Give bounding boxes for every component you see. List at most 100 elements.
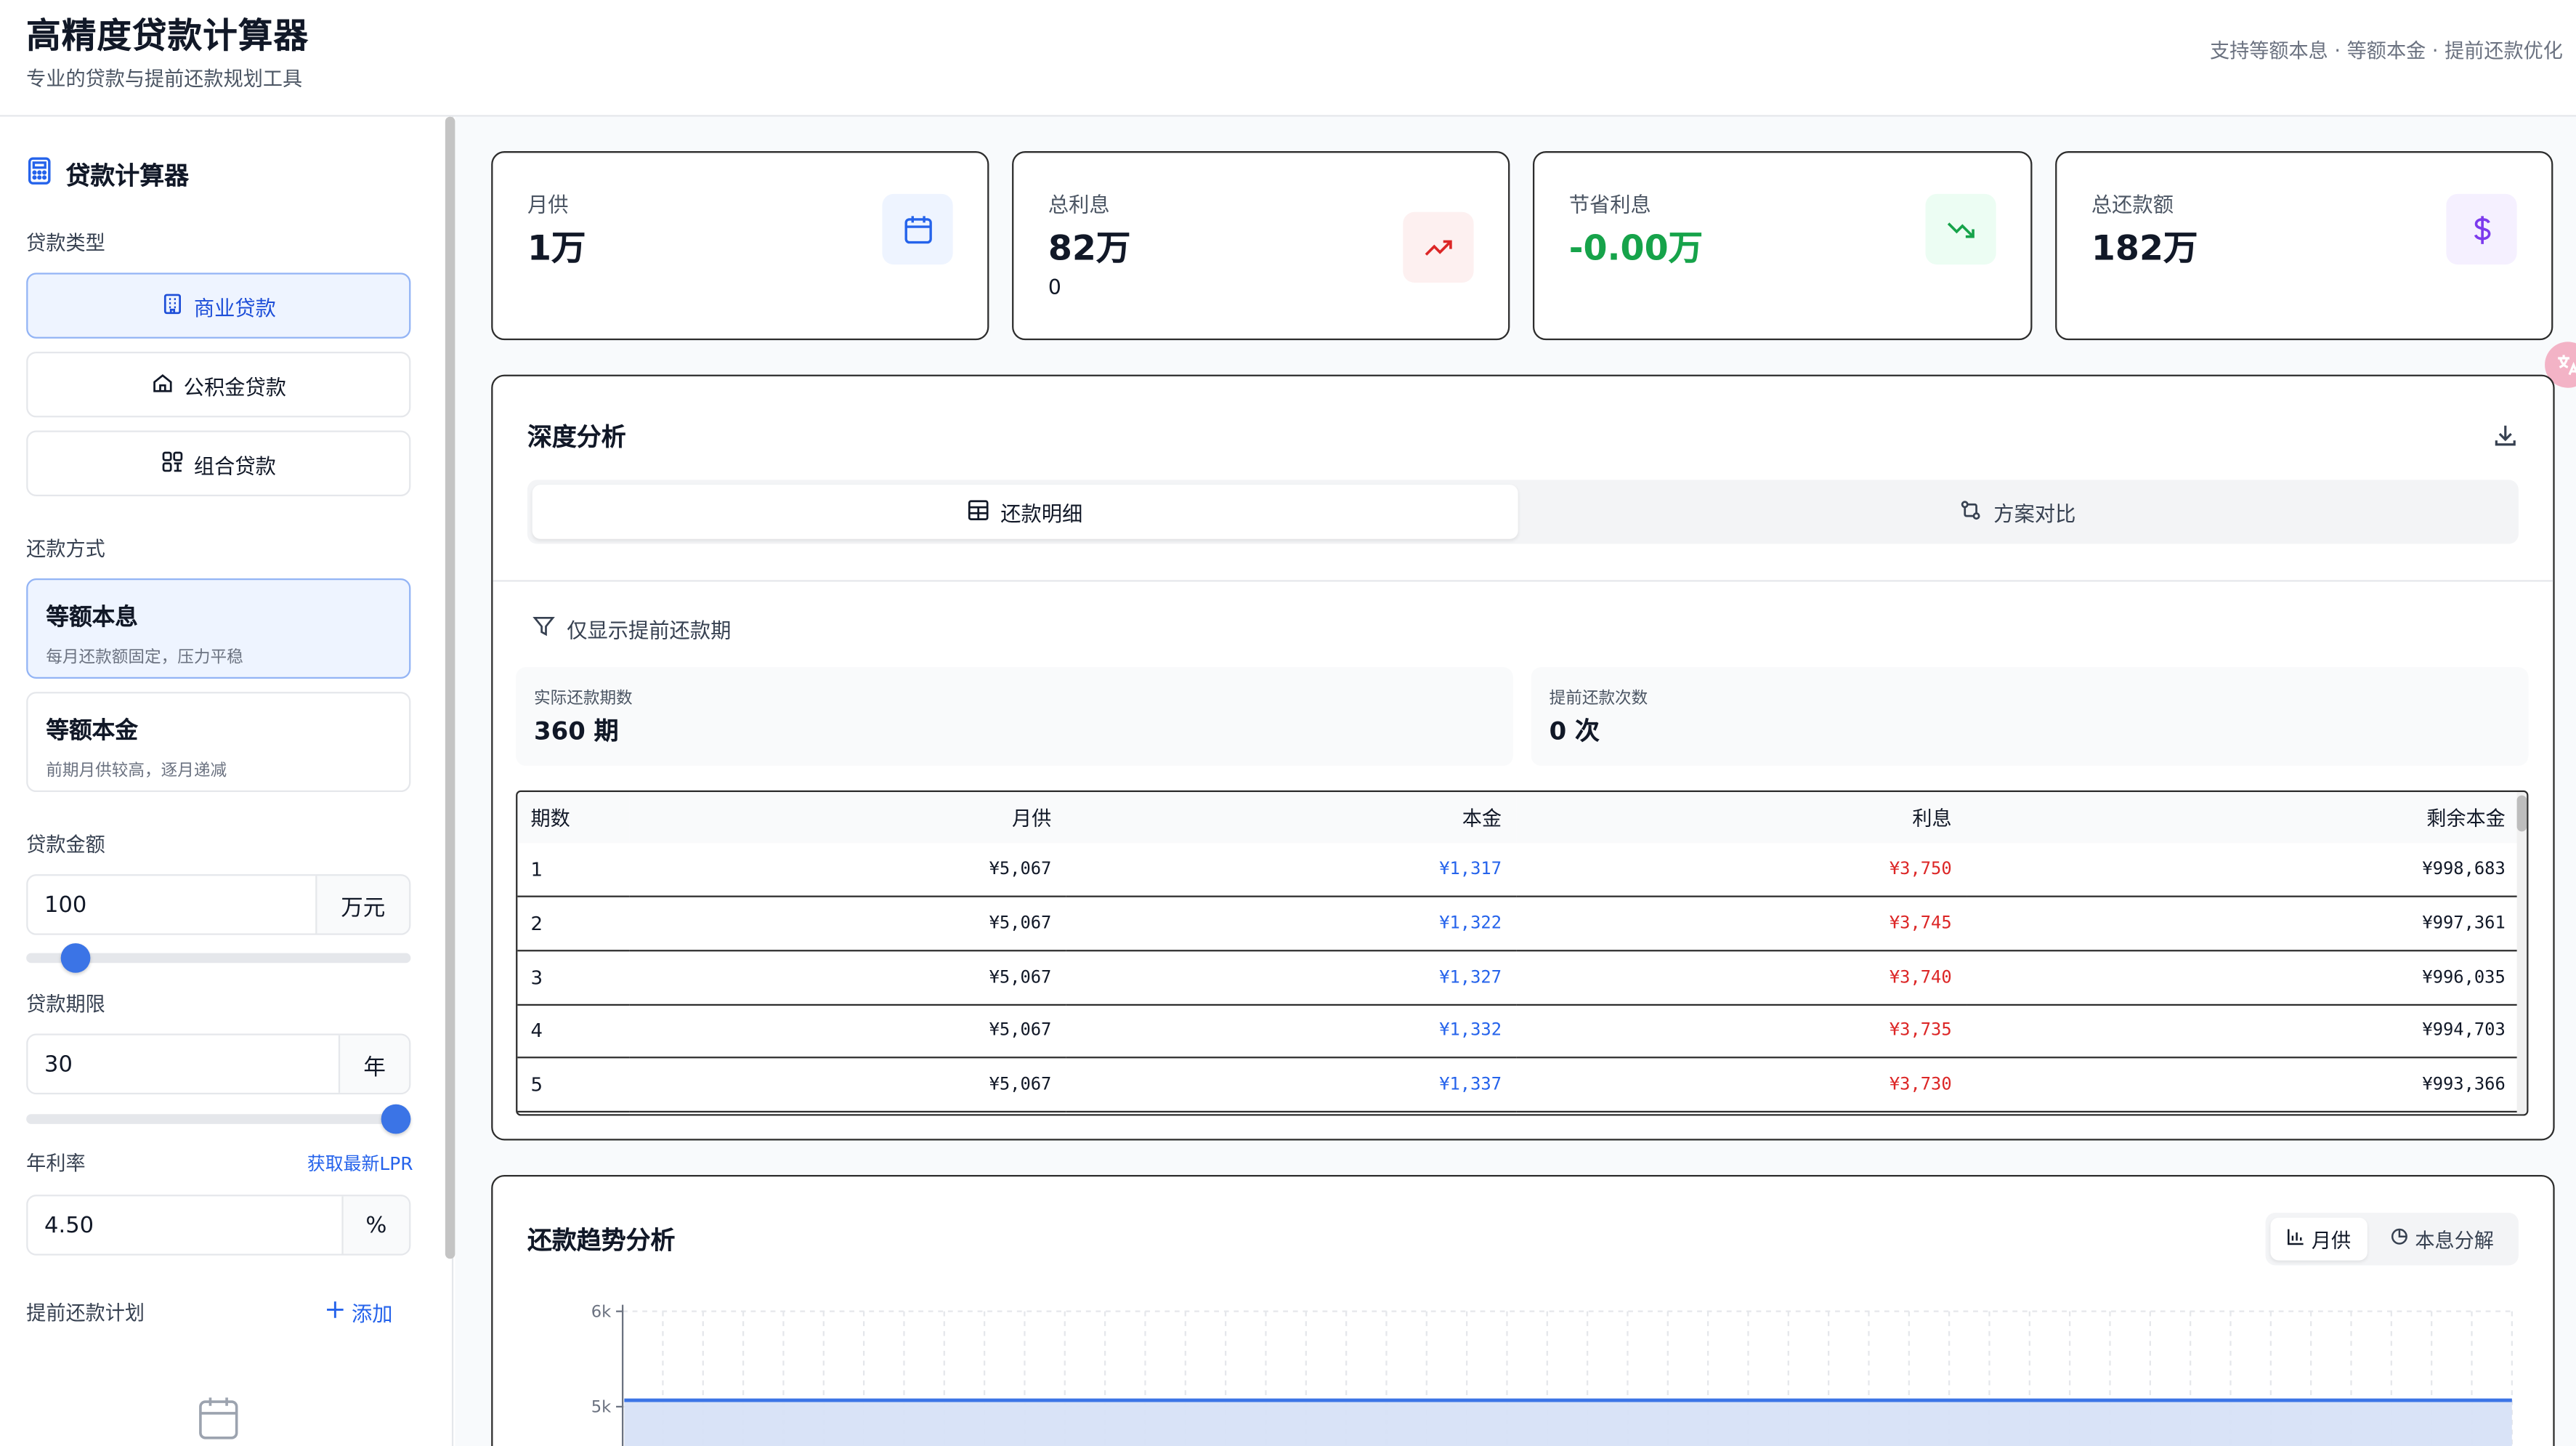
download-icon[interactable] xyxy=(2492,422,2519,455)
cell-monthly: ¥5,067 xyxy=(629,1003,1066,1059)
loan-amount-slider[interactable] xyxy=(26,943,411,973)
rate-label: 年利率 xyxy=(26,1152,86,1175)
get-lpr-link[interactable]: 获取最新LPR xyxy=(307,1150,413,1176)
repay-method-label: 还款方式 xyxy=(26,537,105,561)
loan-amount-unit: 万元 xyxy=(315,876,410,934)
analysis-title: 深度分析 xyxy=(527,422,626,452)
add-prepay-button[interactable]: 添加 xyxy=(325,1296,393,1328)
app-title: 高精度贷款计算器 xyxy=(26,16,309,56)
area-fill xyxy=(624,1400,2512,1446)
add-prepay-label: 添加 xyxy=(351,1301,393,1327)
rate-input[interactable]: 4.50 xyxy=(28,1196,341,1253)
sidebar: 贷款计算器 贷款类型 商业贷款 公积金贷款 组合贷款 还款方式 等额本息 每月还… xyxy=(0,116,455,1446)
repay-method-desc: 每月还款额固定，压力平稳 xyxy=(46,649,243,668)
cell-principal: ¥1,327 xyxy=(1066,950,1517,1006)
stat-sub: 0 xyxy=(1048,274,1061,299)
y-tick-label: 6k xyxy=(591,1303,612,1322)
cell-interest: ¥3,740 xyxy=(1516,950,1967,1006)
cell-interest: ¥3,735 xyxy=(1516,1003,1967,1059)
stat-value: -0.00万 xyxy=(1568,228,1704,268)
sidebar-scrollbar[interactable] xyxy=(445,116,455,1259)
cell-remaining: ¥996,035 xyxy=(1967,950,2521,1006)
cell-period: 5 xyxy=(517,1057,630,1112)
stat-value: 82万 xyxy=(1048,228,1131,268)
main-content: 月供 1万 总利息 82万 0 节省利息 -0.00万 总还款额 182万 深度… xyxy=(455,116,2576,1446)
loan-amount-slider-handle[interactable] xyxy=(60,943,91,973)
y-tick-label: 5k xyxy=(591,1398,612,1417)
loan-type-commercial[interactable]: 商业贷款 xyxy=(26,272,411,339)
repay-method-equal-principal[interactable]: 等额本金 前期月供较高，逐月递减 xyxy=(26,692,411,793)
cell-monthly: ¥5,067 xyxy=(629,897,1066,952)
cell-period: 1 xyxy=(517,843,630,898)
cell-monthly: ¥5,067 xyxy=(629,1057,1066,1112)
tab-repayment-detail[interactable]: 还款明细 xyxy=(532,485,1518,539)
rate-field: 4.50 % xyxy=(26,1195,411,1256)
filter-icon xyxy=(532,615,556,642)
filter-prepay-only[interactable]: 仅显示提前还款期 xyxy=(532,613,732,645)
cell-period: 2 xyxy=(517,897,630,952)
feature-summary: 支持等额本息 · 等额本金 · 提前还款优化 xyxy=(2209,39,2563,62)
stat-card-interest: 总利息 82万 0 xyxy=(1012,151,1510,341)
loan-type-label-text: 公积金贷款 xyxy=(183,373,287,399)
prepay-plan-label: 提前还款计划 xyxy=(26,1301,145,1325)
table-scrollbar[interactable] xyxy=(2516,792,2527,1115)
cell-interest: ¥3,730 xyxy=(1516,1057,1967,1112)
info-value: 360 期 xyxy=(533,716,619,746)
loan-amount-input[interactable]: 100 xyxy=(28,876,315,933)
filter-label: 仅显示提前还款期 xyxy=(567,618,732,643)
stat-value: 182万 xyxy=(2091,228,2198,268)
sidebar-title: 贷款计算器 xyxy=(65,160,190,190)
cell-principal: ¥1,317 xyxy=(1066,843,1517,898)
info-actual-periods: 实际还款期数 360 期 xyxy=(516,667,1513,766)
rate-unit: % xyxy=(341,1196,410,1254)
loan-term-field: 30 年 xyxy=(26,1033,411,1095)
stat-card-saved: 节省利息 -0.00万 xyxy=(1532,151,2033,341)
stat-card-monthly: 月供 1万 xyxy=(491,151,989,341)
repayment-table: 期数 月供 本金 利息 剩余本金 1 ¥5,067 ¥1,317 ¥3,750 ¥998… xyxy=(516,790,2529,1116)
app-header: 高精度贷款计算器 专业的贷款与提前还款规划工具 支持等额本息 · 等额本金 · … xyxy=(0,0,2576,117)
cell-remaining: ¥997,361 xyxy=(1967,897,2521,952)
stat-card-total: 总还款额 182万 xyxy=(2055,151,2553,341)
stat-label: 节省利息 xyxy=(1568,192,1651,217)
cell-interest: ¥3,750 xyxy=(1516,843,1967,898)
plus-icon xyxy=(325,1300,345,1325)
repay-method-title: 等额本息 xyxy=(46,605,138,631)
calendar-icon xyxy=(882,193,953,265)
loan-type-fund[interactable]: 公积金贷款 xyxy=(26,351,411,418)
col-remaining: 剩余本金 xyxy=(1967,792,2521,844)
cell-period: 3 xyxy=(517,950,630,1006)
info-value: 0 次 xyxy=(1549,716,1600,746)
table-icon xyxy=(968,498,989,525)
loan-term-input[interactable]: 30 xyxy=(28,1035,338,1093)
table-row: 1 ¥5,067 ¥1,317 ¥3,750 ¥998,683 xyxy=(517,843,2521,898)
loan-amount-field: 100 万元 xyxy=(26,874,411,935)
tab-label: 还款明细 xyxy=(1000,501,1083,526)
cell-principal: ¥1,322 xyxy=(1066,897,1517,952)
loan-type-combo[interactable]: 组合贷款 xyxy=(26,430,411,496)
repay-method-equal-installment[interactable]: 等额本息 每月还款额固定，压力平稳 xyxy=(26,578,411,679)
table-row: 3 ¥5,067 ¥1,327 ¥3,740 ¥996,035 xyxy=(517,950,2521,1006)
stat-label: 总利息 xyxy=(1048,192,1110,217)
repay-method-title: 等额本金 xyxy=(46,718,138,745)
loan-type-label: 贷款类型 xyxy=(26,231,105,255)
calendar-empty-icon xyxy=(197,1395,240,1446)
cell-principal: ¥1,332 xyxy=(1066,1003,1517,1059)
building-icon xyxy=(161,291,185,319)
loan-term-slider-handle[interactable] xyxy=(381,1104,411,1134)
stat-label: 总还款额 xyxy=(2091,192,2174,217)
info-label: 提前还款次数 xyxy=(1549,690,1648,708)
trending-down-icon xyxy=(1925,193,1996,265)
cell-period: 4 xyxy=(517,1003,630,1059)
cell-remaining: ¥994,703 xyxy=(1967,1003,2521,1059)
table-row: 5 ¥5,067 ¥1,337 ¥3,730 ¥993,366 xyxy=(517,1057,2521,1112)
cell-interest: ¥3,745 xyxy=(1516,897,1967,952)
analysis-panel: 深度分析 还款明细 方案对比 仅显示提前还款期 实际还款期数 360 期 提前还… xyxy=(491,374,2555,1141)
cell-principal: ¥1,337 xyxy=(1066,1057,1517,1112)
loan-type-label-text: 商业贷款 xyxy=(193,294,276,320)
cell-remaining: ¥993,366 xyxy=(1967,1057,2521,1112)
col-period: 期数 xyxy=(517,792,630,844)
loan-term-label: 贷款期限 xyxy=(26,992,105,1016)
loan-term-slider[interactable] xyxy=(26,1104,411,1134)
tab-plan-compare[interactable]: 方案对比 xyxy=(1523,485,2514,539)
cell-remaining: ¥998,683 xyxy=(1967,843,2521,898)
